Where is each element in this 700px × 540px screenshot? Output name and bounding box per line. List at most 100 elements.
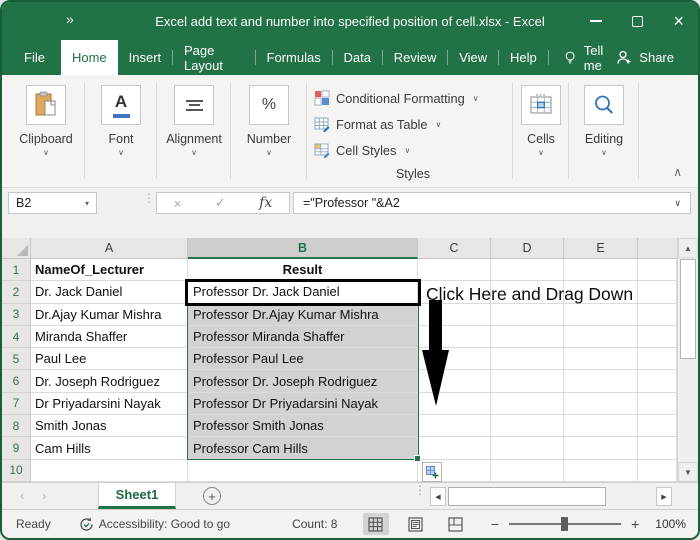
- page-break-preview-button[interactable]: [443, 513, 469, 535]
- cell[interactable]: Dr. Joseph Rodriguez: [31, 370, 188, 393]
- column-header-a[interactable]: A: [31, 238, 188, 259]
- cell[interactable]: [491, 370, 564, 393]
- row-header[interactable]: 10: [2, 459, 31, 482]
- cell[interactable]: [638, 303, 677, 326]
- row-header[interactable]: 1: [2, 259, 31, 282]
- cell[interactable]: Smith Jonas: [31, 415, 188, 438]
- enter-icon[interactable]: ✓: [215, 195, 226, 211]
- sheet-tab-sheet1[interactable]: Sheet1: [98, 483, 176, 509]
- zoom-in-icon[interactable]: +: [631, 516, 639, 532]
- hscroll-left-icon[interactable]: ◀: [430, 487, 446, 506]
- cell[interactable]: Professor Dr. Joseph Rodriguez: [188, 370, 418, 393]
- cell[interactable]: [31, 459, 188, 482]
- cell[interactable]: Professor Dr.Ajay Kumar Mishra: [188, 303, 418, 326]
- maximize-button[interactable]: [632, 15, 644, 27]
- cell[interactable]: [564, 348, 638, 371]
- number-format-button[interactable]: %: [249, 85, 289, 125]
- cell[interactable]: [564, 303, 638, 326]
- editing-button[interactable]: [584, 85, 624, 125]
- select-all-corner[interactable]: [2, 238, 31, 259]
- row-header[interactable]: 7: [2, 392, 31, 416]
- close-button[interactable]: ×: [673, 12, 684, 30]
- cell[interactable]: [564, 370, 638, 393]
- cell[interactable]: [638, 259, 677, 282]
- scroll-down-icon[interactable]: ▼: [678, 462, 698, 482]
- cell[interactable]: [564, 459, 638, 482]
- cell[interactable]: [638, 325, 677, 349]
- insert-function-icon[interactable]: fx: [259, 195, 272, 211]
- cell[interactable]: [564, 415, 638, 438]
- zoom-slider-handle[interactable]: [561, 517, 569, 531]
- cell[interactable]: [564, 259, 638, 282]
- cell[interactable]: [638, 392, 677, 416]
- cell[interactable]: [188, 459, 418, 482]
- collapse-ribbon-icon[interactable]: ∧: [673, 165, 682, 179]
- cell[interactable]: Professor Dr Priyadarsini Nayak: [188, 392, 418, 416]
- minimize-button[interactable]: [590, 20, 603, 22]
- tab-help[interactable]: Help: [499, 40, 548, 75]
- horizontal-scroll-thumb[interactable]: [448, 487, 606, 506]
- cell-styles-button[interactable]: Cell Styles ∨: [314, 137, 512, 163]
- cell[interactable]: Professor Cam Hills: [188, 437, 418, 460]
- sheet-nav-right-icon[interactable]: ›: [42, 488, 46, 503]
- cell[interactable]: [638, 281, 677, 304]
- scroll-up-icon[interactable]: ▲: [678, 238, 698, 258]
- cells-button[interactable]: [521, 85, 561, 125]
- cell[interactable]: [418, 415, 491, 438]
- tab-insert[interactable]: Insert: [118, 40, 173, 75]
- number-chevron-icon[interactable]: ∨: [232, 149, 306, 157]
- alignment-button[interactable]: [174, 85, 214, 125]
- cell[interactable]: Result: [188, 259, 418, 282]
- row-header[interactable]: 4: [2, 325, 31, 349]
- column-header-b[interactable]: B: [188, 238, 418, 259]
- tab-home[interactable]: Home: [60, 40, 118, 75]
- cell[interactable]: [638, 348, 677, 371]
- tab-view[interactable]: View: [448, 40, 498, 75]
- column-header-e[interactable]: E: [564, 238, 638, 259]
- row-header[interactable]: 2: [2, 281, 31, 304]
- cell[interactable]: [638, 459, 677, 482]
- accessibility-status[interactable]: Accessibility: Good to go: [79, 517, 230, 532]
- editing-chevron-icon[interactable]: ∨: [572, 149, 636, 157]
- cell[interactable]: Professor Miranda Shaffer: [188, 325, 418, 349]
- tell-me-button[interactable]: Tell me: [565, 40, 617, 75]
- format-as-table-button[interactable]: Format as Table ∨: [314, 111, 512, 137]
- tab-file[interactable]: File: [8, 40, 61, 75]
- cell[interactable]: Dr Priyadarsini Nayak: [31, 392, 188, 416]
- cell[interactable]: Paul Lee: [31, 348, 188, 371]
- cells-chevron-icon[interactable]: ∨: [514, 149, 568, 157]
- cell[interactable]: [491, 415, 564, 438]
- cell[interactable]: [564, 325, 638, 349]
- cell[interactable]: [418, 437, 491, 460]
- cell[interactable]: Miranda Shaffer: [31, 325, 188, 349]
- row-header[interactable]: 6: [2, 370, 31, 393]
- cell[interactable]: Cam Hills: [31, 437, 188, 460]
- cell[interactable]: [564, 392, 638, 416]
- cell[interactable]: [491, 459, 564, 482]
- font-chevron-icon[interactable]: ∨: [86, 149, 156, 157]
- cell[interactable]: NameOf_Lecturer: [31, 259, 188, 282]
- active-cell[interactable]: Professor Dr. Jack Daniel: [188, 281, 418, 304]
- row-header[interactable]: 5: [2, 348, 31, 371]
- cell[interactable]: [418, 259, 491, 282]
- cell[interactable]: [491, 348, 564, 371]
- cell[interactable]: [491, 303, 564, 326]
- hscroll-right-icon[interactable]: ▶: [656, 487, 672, 506]
- row-header[interactable]: 9: [2, 437, 31, 460]
- cancel-icon[interactable]: ×: [174, 196, 182, 211]
- autofill-options-button[interactable]: [422, 462, 442, 482]
- column-header-c[interactable]: C: [418, 238, 491, 259]
- normal-view-button[interactable]: [362, 513, 389, 535]
- name-box[interactable]: B2 ▾: [8, 192, 97, 214]
- cell[interactable]: [638, 437, 677, 460]
- paste-button[interactable]: [26, 85, 66, 125]
- vertical-scroll-thumb[interactable]: [680, 259, 696, 359]
- conditional-formatting-button[interactable]: Conditional Formatting ∨: [314, 85, 512, 111]
- formula-bar-grip-icon[interactable]: ⋮: [143, 192, 155, 204]
- cell[interactable]: Dr. Jack Daniel: [31, 281, 188, 304]
- cell[interactable]: [491, 392, 564, 416]
- zoom-slider[interactable]: [509, 517, 622, 531]
- formula-bar-expand-icon[interactable]: ∨: [674, 198, 681, 209]
- clipboard-chevron-icon[interactable]: ∨: [8, 149, 84, 157]
- cell[interactable]: [564, 437, 638, 460]
